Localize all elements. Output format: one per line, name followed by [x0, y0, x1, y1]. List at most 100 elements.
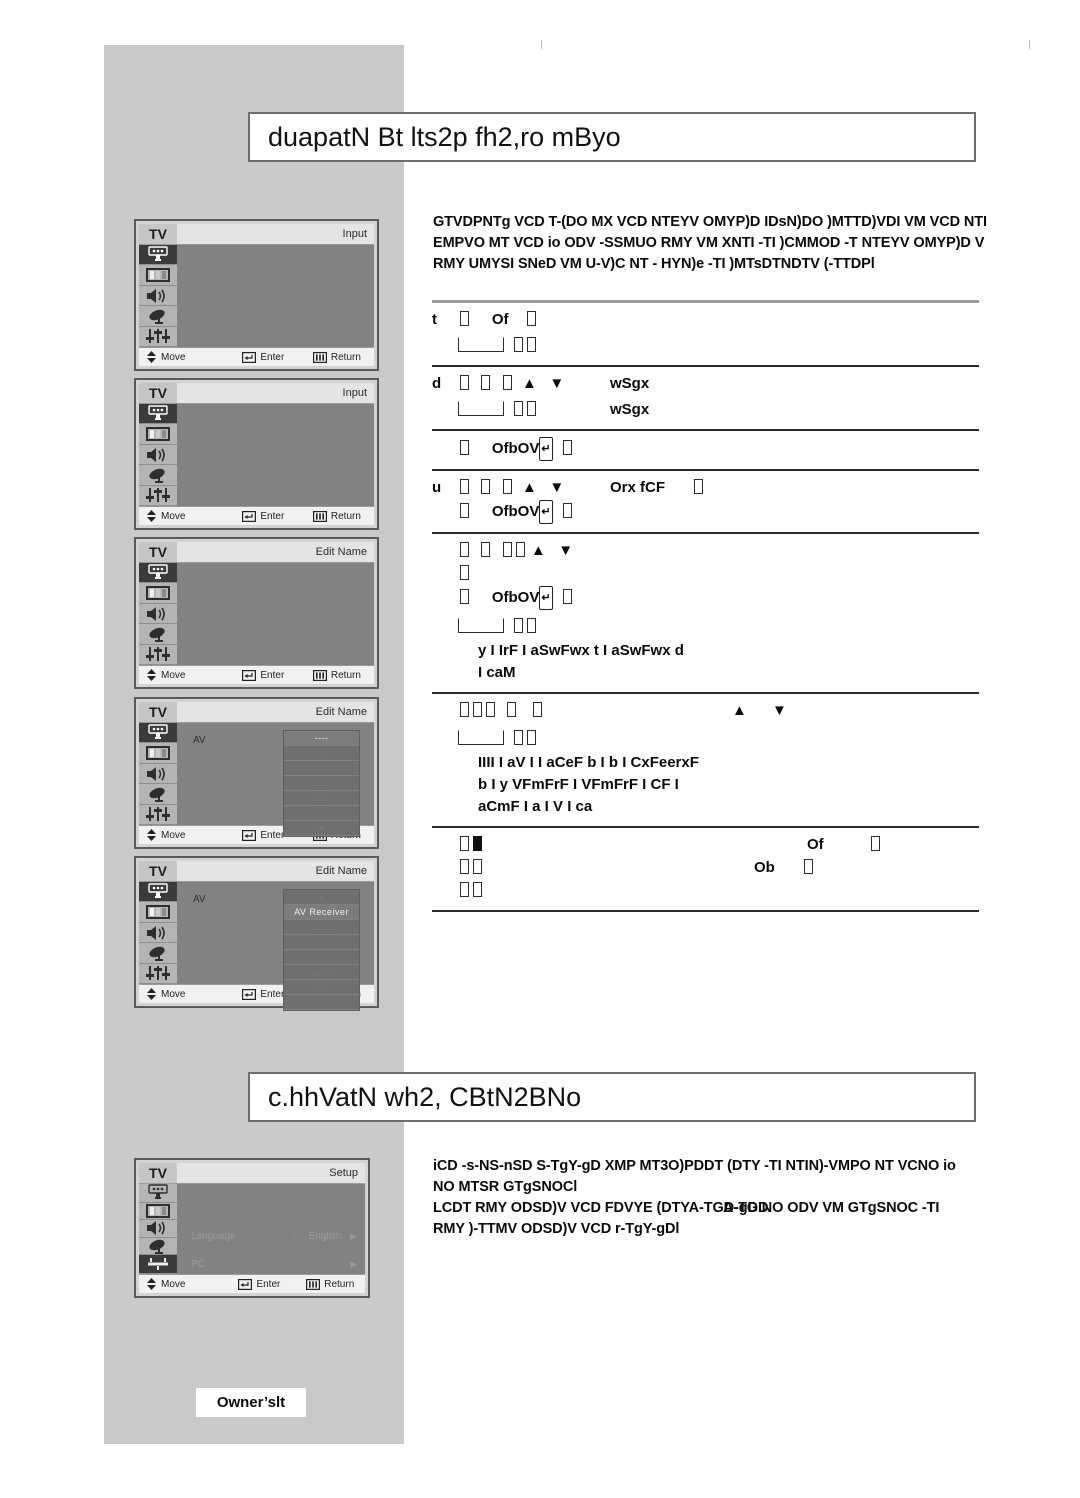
rail-icon-input[interactable]: [139, 723, 177, 744]
rail-icon-picture[interactable]: [139, 424, 177, 445]
osd-name-list[interactable]: - AV Receiver . . . . . . . . . .: [283, 889, 360, 1011]
setup-row-name: PC: [191, 1258, 205, 1270]
missing-glyph-longbox: [458, 730, 504, 745]
rail-icon-sound[interactable]: [139, 603, 177, 625]
arrow-up-icon: ▲: [732, 702, 747, 719]
setup-row-pc[interactable]: PC ▶: [191, 1250, 357, 1278]
osd-footer-move: Move: [139, 510, 242, 522]
rail-icon-input[interactable]: [139, 245, 177, 266]
step-subtext: [458, 857, 979, 879]
rail-icon-input[interactable]: [139, 563, 177, 584]
section-2-intro-line-3: LCDT RMY ODSD)V VCD FDVYE (DTYA-TGD-gD N…: [433, 1200, 940, 1216]
rail-icon-channel[interactable]: [139, 624, 177, 645]
missing-glyph-box: [562, 503, 572, 518]
rail-icon-picture[interactable]: [139, 902, 177, 923]
missing-glyph-box: [515, 542, 525, 557]
owners-badge: Owner’slt: [196, 1388, 306, 1417]
osd-name-list[interactable]: ---- . . . . . : . : --: [283, 730, 360, 837]
missing-glyph-box: [507, 702, 517, 717]
rail-icon-setup[interactable]: [139, 485, 177, 507]
rail-icon-setup[interactable]: [139, 804, 177, 826]
missing-glyph-box: [460, 440, 469, 455]
step-subtext: [458, 399, 979, 421]
osd-canvas: [177, 563, 374, 665]
setup-row-language[interactable]: Language : English ▶: [191, 1222, 357, 1250]
rail-icon-sound[interactable]: [139, 1220, 177, 1238]
missing-glyph-box: [514, 401, 524, 416]
rail-icon-input[interactable]: [139, 404, 177, 425]
rail-icon-channel[interactable]: [139, 1237, 177, 1255]
osd-menu-rail[interactable]: [139, 563, 177, 666]
list-item[interactable]: . .: [284, 776, 359, 791]
rail-icon-picture[interactable]: [139, 1203, 177, 1221]
step-text: ▲ ▼: [458, 540, 979, 562]
list-item[interactable]: . . . .: [284, 920, 359, 935]
setup-row-name: Language: [191, 1230, 236, 1242]
osd-footer-enter-label: Enter: [256, 1278, 281, 1290]
missing-glyph-box: [486, 702, 495, 717]
osd-menu-rail[interactable]: [139, 404, 177, 507]
osd-screen-title: Setup: [329, 1167, 358, 1179]
list-item[interactable]: [284, 995, 359, 1010]
list-item-av-receiver[interactable]: AV Receiver: [284, 905, 359, 920]
osd-footer-move-label: Move: [161, 1278, 186, 1290]
list-item[interactable]: [284, 806, 359, 821]
step-wrapped-line: aCmF I a I V I ca: [478, 798, 593, 815]
rail-icon-picture[interactable]: [139, 265, 177, 286]
osd-titlebar: TV Input: [139, 224, 374, 245]
step-text: ▲ ▼: [458, 373, 979, 395]
enter-key-icon: ↵: [539, 437, 553, 461]
step-right-label: wSgx: [610, 375, 650, 392]
list-item[interactable]: .: [284, 746, 359, 761]
section-2-intro-line-2: NO MTSR GTgSNOCl: [433, 1179, 578, 1195]
list-item[interactable]: ----: [284, 731, 359, 746]
missing-glyph-box: [460, 836, 469, 851]
rail-icon-channel[interactable]: [139, 943, 177, 964]
rail-icon-channel[interactable]: [139, 784, 177, 805]
osd-menu-rail[interactable]: [139, 882, 177, 985]
rail-icon-channel[interactable]: [139, 306, 177, 327]
arrow-up-icon: ▲: [522, 375, 537, 392]
missing-glyph-box: [502, 375, 512, 390]
osd-footer-move: Move: [139, 351, 242, 363]
osd-footer-return: Return: [306, 1279, 365, 1290]
rail-icon-setup[interactable]: [139, 1254, 177, 1274]
list-item[interactable]: [284, 950, 359, 965]
rail-icon-input[interactable]: [139, 1184, 177, 1203]
osd-menu-rail[interactable]: [139, 245, 177, 348]
rail-icon-sound[interactable]: [139, 285, 177, 307]
osd-menu-rail[interactable]: [139, 723, 177, 826]
osd-screenshot-3: TV Edit Name Move Enter Return: [134, 537, 379, 689]
step-token-ofbov: OfbOV: [491, 503, 540, 520]
rail-icon-setup[interactable]: [139, 963, 177, 985]
rail-icon-sound[interactable]: [139, 444, 177, 466]
rail-icon-setup[interactable]: [139, 644, 177, 666]
osd-tv-label: TV: [139, 224, 177, 244]
missing-glyph-box: [460, 882, 469, 897]
rail-icon-sound[interactable]: [139, 922, 177, 944]
missing-glyph-box: [473, 859, 482, 874]
osd-canvas: [177, 245, 374, 347]
missing-glyph-box: [514, 730, 524, 745]
osd-screen-title: Input: [342, 387, 367, 399]
osd-footer-enter: Enter: [242, 352, 313, 363]
list-item[interactable]: -: [284, 890, 359, 905]
section-2-heading-bar: c.hhVatN wh2, CBtN2BNo: [248, 1072, 976, 1122]
list-item[interactable]: --: [284, 821, 359, 836]
list-item[interactable]: : . :: [284, 791, 359, 806]
list-item[interactable]: [284, 935, 359, 950]
step-subtext: [458, 616, 979, 638]
rail-icon-setup[interactable]: [139, 326, 177, 348]
list-item[interactable]: . .: [284, 761, 359, 776]
missing-glyph-box: [527, 730, 537, 745]
list-item[interactable]: . .: [284, 980, 359, 995]
list-item[interactable]: . . . .: [284, 965, 359, 980]
rail-icon-channel[interactable]: [139, 465, 177, 486]
rail-icon-picture[interactable]: [139, 743, 177, 764]
osd-menu-rail[interactable]: [139, 1184, 177, 1274]
arrow-down-icon: ▼: [772, 702, 787, 719]
rail-icon-picture[interactable]: [139, 583, 177, 604]
rail-icon-input[interactable]: [139, 882, 177, 903]
rail-icon-sound[interactable]: [139, 763, 177, 785]
osd-screenshot-5: TV Edit Name AV - AV Receiver . . . . . …: [134, 856, 379, 1011]
